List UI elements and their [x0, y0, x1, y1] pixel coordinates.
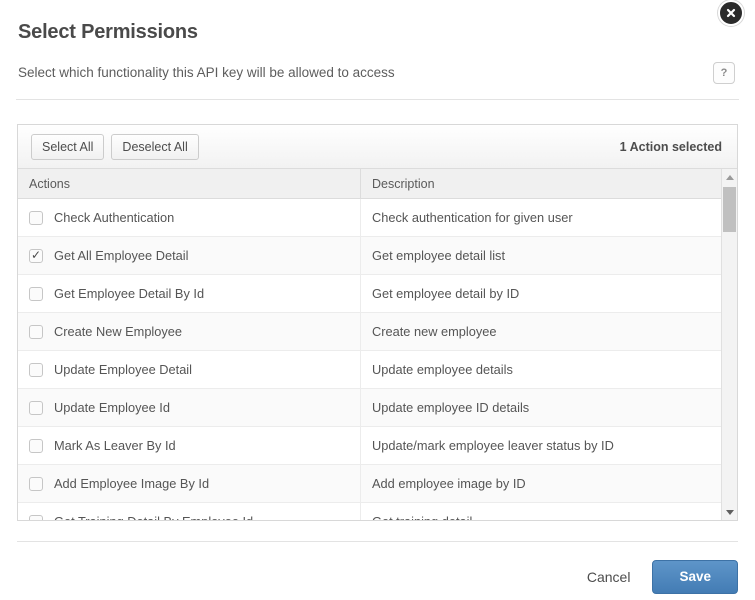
dialog-footer: Cancel Save — [0, 560, 738, 594]
cell-action: ✓ Check Authentication — [18, 199, 361, 236]
description-label: Update employee ID details — [372, 400, 530, 415]
table-header-row: Actions Description — [18, 169, 737, 199]
cell-action: ✓ Add Employee Image By Id — [18, 465, 361, 502]
action-label: Check Authentication — [54, 210, 175, 225]
cell-description: Check authentication for given user — [361, 199, 737, 236]
description-label: Create new employee — [372, 324, 497, 339]
description-label: Add employee image by ID — [372, 476, 526, 491]
description-label: Get employee detail list — [372, 248, 506, 263]
permission-checkbox[interactable]: ✓ — [29, 210, 43, 225]
action-label: Get Training Detail By Employee Id — [54, 514, 253, 520]
description-label: Get employee detail by ID — [372, 286, 520, 301]
permission-checkbox[interactable]: ✓ — [29, 286, 43, 301]
permissions-table: Actions Description ✓ Check Authenticatio… — [18, 169, 737, 520]
table-row[interactable]: ✓ Get All Employee Detail Get employee det… — [18, 237, 737, 275]
description-label: Get training detail — [372, 514, 472, 520]
action-label: Get Employee Detail By Id — [54, 286, 205, 301]
permission-checkbox[interactable]: ✓ — [29, 476, 43, 491]
table-row[interactable]: ✓ Create New Employee Create new employee — [18, 313, 737, 351]
cell-action: ✓ Get All Employee Detail — [18, 237, 361, 274]
description-label: Update/mark employee leaver status by ID — [372, 438, 614, 453]
description-label: Update employee details — [372, 362, 513, 377]
header-divider — [16, 99, 739, 100]
cell-action: ✓ Mark As Leaver By Id — [18, 427, 361, 464]
check-icon: ✓ — [30, 248, 42, 262]
action-label: Add Employee Image By Id — [54, 476, 210, 491]
cell-description: Create new employee — [361, 313, 737, 350]
save-button[interactable]: Save — [652, 560, 738, 594]
action-label: Update Employee Detail — [54, 362, 192, 377]
page-title: Select Permissions — [18, 21, 198, 43]
permission-checkbox[interactable]: ✓ — [29, 400, 43, 415]
action-label: Mark As Leaver By Id — [54, 438, 176, 453]
cell-description: Update employee ID details — [361, 389, 737, 426]
table-row[interactable]: ✓ Update Employee Detail Update employee d… — [18, 351, 737, 389]
select-all-button[interactable]: Select All — [31, 133, 105, 160]
cell-action: ✓ Get Employee Detail By Id — [18, 275, 361, 312]
column-header-description: Description — [372, 176, 435, 191]
cell-description: Update/mark employee leaver status by ID — [361, 427, 737, 464]
action-label: Create New Employee — [54, 324, 183, 339]
cell-description: Get employee detail list — [361, 237, 737, 274]
table-row[interactable]: ✓ Check Authentication Check authenticatio… — [18, 199, 737, 237]
deselect-all-button[interactable]: Deselect All — [111, 133, 199, 160]
close-icon[interactable] — [718, 0, 744, 26]
scroll-down-arrow-icon[interactable] — [722, 504, 737, 520]
cell-action: ✓ Get Training Detail By Employee Id — [18, 503, 361, 520]
scrollbar-thumb[interactable] — [723, 187, 736, 232]
permission-checkbox[interactable]: ✓ — [29, 248, 43, 263]
cell-description: Add employee image by ID — [361, 465, 737, 502]
cancel-button[interactable]: Cancel — [575, 561, 643, 593]
help-icon[interactable]: ? — [713, 62, 735, 84]
dialog-subtitle: Select which functionality this API key … — [18, 65, 395, 80]
description-label: Check authentication for given user — [372, 210, 573, 225]
selected-count-label: 1 Action selected — [619, 139, 722, 154]
action-label: Update Employee Id — [54, 400, 170, 415]
cell-action: ✓ Update Employee Id — [18, 389, 361, 426]
table-scrollbar[interactable] — [721, 169, 737, 520]
table-row[interactable]: ✓ Mark As Leaver By Id Update/mark employe… — [18, 427, 737, 465]
permissions-toolbar: Select All Deselect All 1 Action selecte… — [18, 125, 737, 169]
table-row[interactable]: ✓ Update Employee Id Update employee ID de… — [18, 389, 737, 427]
cell-description: Update employee details — [361, 351, 737, 388]
permission-checkbox[interactable]: ✓ — [29, 438, 43, 453]
cell-action: ✓ Create New Employee — [18, 313, 361, 350]
dialog-header: Select Permissions Select which function… — [0, 0, 755, 84]
cell-action: ✓ Update Employee Detail — [18, 351, 361, 388]
column-header-actions: Actions — [18, 169, 361, 198]
table-body: ✓ Check Authentication Check authenticatio… — [18, 199, 737, 520]
subtitle-row: Select which functionality this API key … — [18, 62, 737, 84]
table-row[interactable]: ✓ Get Training Detail By Employee Id Get t… — [18, 503, 737, 520]
table-row[interactable]: ✓ Get Employee Detail By Id Get employee d… — [18, 275, 737, 313]
footer-divider — [17, 541, 738, 542]
permission-checkbox[interactable]: ✓ — [29, 514, 43, 520]
permission-checkbox[interactable]: ✓ — [29, 324, 43, 339]
action-label: Get All Employee Detail — [54, 248, 189, 263]
table-row[interactable]: ✓ Add Employee Image By Id Add employee im… — [18, 465, 737, 503]
cell-description: Get employee detail by ID — [361, 275, 737, 312]
permissions-panel: Select All Deselect All 1 Action selecte… — [17, 124, 738, 521]
scroll-up-arrow-icon[interactable] — [722, 169, 737, 185]
cell-description: Get training detail — [361, 503, 737, 520]
permission-checkbox[interactable]: ✓ — [29, 362, 43, 377]
